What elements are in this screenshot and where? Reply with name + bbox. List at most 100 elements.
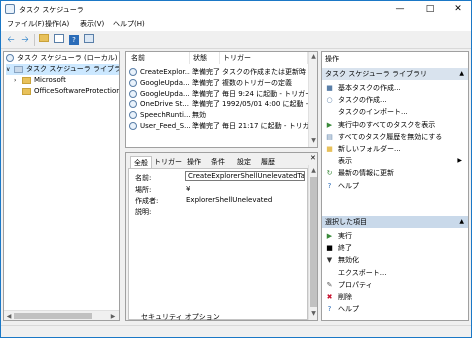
- task-icon: [129, 111, 137, 120]
- scroll-up-icon[interactable]: ▲: [309, 53, 317, 60]
- tree-root-label: タスク スケジューラ (ローカル): [17, 54, 118, 62]
- collapse-up-icon[interactable]: ▲: [459, 68, 464, 80]
- tab-history[interactable]: 履歴: [258, 156, 278, 168]
- up-folder-icon[interactable]: [38, 34, 50, 46]
- task-status: 準備完了: [192, 100, 220, 109]
- action-item[interactable]: ■ 終了: [322, 242, 468, 254]
- action-item[interactable]: ? ヘルプ: [322, 303, 468, 315]
- tab-conditions[interactable]: 条件: [208, 156, 228, 168]
- table-row[interactable]: OneDrive St...準備完了1992/05/01 4:00 に起動 - …: [128, 99, 308, 110]
- action-item[interactable]: ✖ 削除: [322, 291, 468, 303]
- action-label: エクスポート...: [338, 268, 387, 277]
- scroll-down-icon[interactable]: ▼: [309, 310, 318, 317]
- scroll-up-icon[interactable]: ▲: [309, 167, 318, 174]
- delete-icon: ✖: [326, 292, 333, 301]
- section-library-title: タスク スケジューラ ライブラリ: [325, 70, 427, 78]
- detail-scroll-thumb[interactable]: [310, 177, 317, 307]
- menu-view[interactable]: 表示(V): [80, 19, 104, 29]
- task-detail: ✕ 全般 トリガー 操作 条件 設定 履歴 名前: CreateExplorer…: [125, 152, 318, 321]
- menu-help[interactable]: ヘルプ(H): [113, 19, 145, 29]
- table-row[interactable]: User_Feed_S...準備完了毎日 21:17 に起動 - トリガーの後: [128, 121, 308, 132]
- new-folder-icon: ■: [326, 144, 333, 153]
- run-icon: ▶: [326, 232, 333, 240]
- tree-horizontal-scrollbar[interactable]: ◀ ▶: [4, 310, 119, 320]
- action-item[interactable]: ○ タスクの作成...: [322, 94, 468, 106]
- action-label: 新しいフォルダー...: [338, 144, 401, 153]
- scroll-right-icon[interactable]: ▶: [109, 313, 117, 320]
- tree-root[interactable]: タスク スケジューラ (ローカル): [6, 53, 119, 64]
- forward-arrow-icon[interactable]: 🡢: [19, 34, 31, 46]
- action-item[interactable]: ▤ すべてのタスク履歴を無効にする: [322, 131, 468, 143]
- actions-section-selected[interactable]: 選択した項目 ▲: [322, 216, 468, 228]
- table-row[interactable]: CreateExplor... 準備完了 タスクの作成または更新時: [128, 67, 308, 78]
- close-button[interactable]: ✕: [443, 1, 471, 17]
- tab-triggers[interactable]: トリガー: [154, 156, 182, 168]
- minimize-button[interactable]: —: [385, 1, 415, 17]
- action-item[interactable]: ▼ 無効化: [322, 254, 468, 266]
- scroll-left-icon[interactable]: ◀: [5, 313, 13, 320]
- action-item[interactable]: ▶ 実行: [322, 230, 468, 242]
- tree-microsoft-label: Microsoft: [34, 76, 66, 84]
- tree-office-label: OfficeSoftwareProtection: [34, 87, 120, 95]
- scheduler-clock-icon: [6, 54, 14, 62]
- table-row[interactable]: GoogleUpda...準備完了毎日 9:24 に起動 - トリガーされ: [128, 89, 308, 100]
- maximize-button[interactable]: □: [415, 1, 445, 17]
- title-bar: タスク スケジューラ — □ ✕: [1, 1, 471, 17]
- tab-settings[interactable]: 設定: [234, 156, 254, 168]
- help-toolbar-icon[interactable]: ?: [68, 34, 80, 46]
- task-icon: [129, 100, 137, 109]
- tree-item-microsoft[interactable]: › Microsoft: [14, 75, 119, 86]
- refresh-icon: ↻: [326, 169, 333, 178]
- action-item[interactable]: ■ 新しいフォルダー...: [322, 143, 468, 155]
- action-item[interactable]: ↻ 最新の情報に更新: [322, 167, 468, 179]
- action-item[interactable]: ? ヘルプ: [322, 180, 468, 192]
- action-item[interactable]: 表示 ▶: [322, 155, 468, 167]
- menu-action[interactable]: 操作(A): [45, 19, 69, 29]
- back-arrow-icon[interactable]: 🡠: [5, 34, 17, 46]
- task-trigger: 毎日 21:17 に起動 - トリガーの後: [222, 122, 308, 130]
- task-list-scrollbar[interactable]: ▲ ▼: [308, 52, 317, 147]
- detail-scrollbar[interactable]: ▲ ▼: [308, 165, 317, 320]
- history-icon: ▤: [326, 132, 333, 141]
- menu-file[interactable]: ファイル(F): [7, 19, 45, 29]
- task-scheduler-window: タスク スケジューラ — □ ✕ ファイル(F) 操作(A) 表示(V) ヘルプ…: [0, 0, 472, 338]
- description-label: 説明:: [135, 208, 152, 216]
- action-item[interactable]: ▶ 実行中のすべてのタスクを表示: [322, 119, 468, 131]
- name-label: 名前:: [135, 174, 152, 182]
- chevron-down-icon[interactable]: ∨: [6, 64, 14, 75]
- action-item[interactable]: エクスポート...: [322, 267, 468, 279]
- tree-item-officesoftwareprotection[interactable]: OfficeSoftwareProtection: [22, 86, 119, 97]
- toolbar-separator: [34, 34, 35, 46]
- action-item[interactable]: タスクのインポート...: [322, 106, 468, 118]
- status-bar: [1, 325, 471, 337]
- action-pane-icon[interactable]: [83, 34, 95, 46]
- column-header-trigger[interactable]: トリガー: [220, 52, 308, 64]
- table-row[interactable]: GoogleUpda... 準備完了 複数のトリガーの定義: [128, 78, 308, 89]
- window-title: タスク スケジューラ: [19, 6, 84, 14]
- table-row[interactable]: SpeechRunti... 無効: [128, 110, 308, 121]
- tree-item-library[interactable]: ∨ タスク スケジューラ ライブラリ: [6, 64, 119, 75]
- action-item[interactable]: ■ 基本タスクの作成...: [322, 82, 468, 94]
- action-item[interactable]: ✎ プロパティ: [322, 279, 468, 291]
- name-field[interactable]: CreateExplorerShellUnelevatedTask: [185, 171, 305, 181]
- actions-pane: 操作 タスク スケジューラ ライブラリ ▲ ■ 基本タスクの作成... ○ タスクの作…: [321, 51, 469, 321]
- author-label: 作成者:: [135, 197, 159, 205]
- action-label: 最新の情報に更新: [338, 169, 394, 178]
- detail-tabs: 全般 トリガー 操作 条件 設定 履歴: [128, 156, 308, 168]
- chevron-right-icon[interactable]: ›: [14, 75, 22, 86]
- scroll-down-icon[interactable]: ▼: [309, 137, 317, 144]
- tab-actions[interactable]: 操作: [184, 156, 204, 168]
- task-status: 準備完了: [192, 78, 220, 87]
- description-field[interactable]: [185, 206, 305, 306]
- show-hide-tree-icon[interactable]: [53, 34, 65, 46]
- action-label: 実行中のすべてのタスクを表示: [338, 120, 436, 129]
- action-label: タスクの作成...: [338, 96, 387, 105]
- collapse-up-icon[interactable]: ▲: [459, 216, 464, 228]
- column-header-status[interactable]: 状態: [190, 52, 220, 64]
- actions-section-library[interactable]: タスク スケジューラ ライブラリ ▲: [322, 68, 468, 80]
- author-value: ExplorerShellUnelevated: [186, 196, 273, 204]
- tree-scroll-thumb[interactable]: [14, 313, 92, 319]
- detail-close-icon[interactable]: ✕: [310, 154, 316, 162]
- tab-general[interactable]: 全般: [130, 156, 152, 168]
- column-header-name[interactable]: 名前: [128, 52, 190, 64]
